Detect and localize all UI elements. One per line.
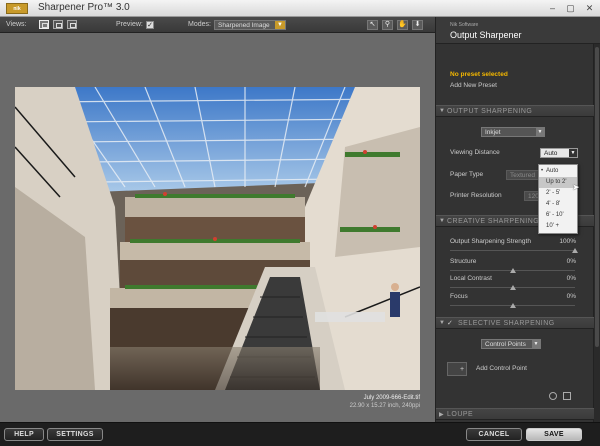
add-control-point-icon[interactable] bbox=[447, 362, 467, 376]
minimize-icon[interactable]: – bbox=[548, 4, 557, 13]
menu-item-distance[interactable]: 10' + bbox=[539, 221, 577, 232]
viewing-distance-label: Viewing Distance bbox=[450, 149, 500, 156]
image-dimensions: 22.90 x 15.27 inch, 240ppi bbox=[349, 403, 420, 409]
printer-type-value: Inkjet bbox=[485, 129, 501, 136]
slider-value-focus: 0% bbox=[566, 293, 576, 300]
scrollbar-thumb[interactable] bbox=[595, 47, 599, 347]
zoom-icon[interactable]: ⚲ bbox=[382, 20, 393, 30]
save-button[interactable]: SAVE bbox=[526, 428, 582, 441]
add-preset-link[interactable]: Add New Preset bbox=[450, 82, 497, 89]
app-title: Sharpener Pro™ 3.0 bbox=[38, 2, 130, 13]
section-title: CREATIVE SHARPENING bbox=[447, 218, 540, 225]
control-points-select[interactable]: Control Points ▼ bbox=[481, 339, 541, 349]
collapse-triangle-icon: ▼ bbox=[439, 218, 445, 224]
expand-triangle-icon: ▶ bbox=[439, 412, 444, 418]
focus-slider[interactable] bbox=[450, 303, 575, 308]
slider-value-local-contrast: 0% bbox=[566, 275, 576, 282]
slider-thumb[interactable] bbox=[509, 285, 516, 290]
collapse-triangle-icon: ▼ bbox=[439, 320, 445, 326]
preset-status: No preset selected bbox=[450, 71, 508, 78]
image-filename: July 2009-666-Edit.tif bbox=[363, 395, 420, 401]
control-points-value: Control Points bbox=[485, 341, 526, 348]
section-selective-sharpening[interactable]: ▼ ✓ SELECTIVE SHARPENING bbox=[436, 317, 594, 329]
modes-label: Modes: bbox=[188, 21, 211, 28]
close-icon[interactable]: ✕ bbox=[585, 4, 594, 13]
strength-slider[interactable] bbox=[450, 248, 578, 253]
panel-scrollbar[interactable] bbox=[593, 44, 600, 424]
local-contrast-slider[interactable] bbox=[450, 285, 575, 290]
filter-title: Output Sharpener bbox=[450, 30, 522, 40]
mode-select-value: Sharpened Image bbox=[218, 22, 270, 29]
paper-type-label: Paper Type bbox=[450, 171, 484, 178]
structure-slider[interactable] bbox=[450, 268, 575, 273]
viewing-distance-select[interactable]: Auto ▼ bbox=[540, 148, 578, 158]
circle-icon[interactable] bbox=[549, 392, 557, 400]
slider-label-structure: Structure bbox=[450, 258, 477, 265]
chevron-down-icon: ▼ bbox=[532, 340, 540, 348]
pointer-icon[interactable]: ↖ bbox=[367, 20, 378, 30]
section-output-sharpening[interactable]: ▼ OUTPUT SHARPENING bbox=[436, 105, 594, 117]
filter-header: Nik Software Output Sharpener bbox=[436, 17, 600, 44]
section-title: OUTPUT SHARPENING bbox=[447, 108, 533, 115]
cancel-button[interactable]: CANCEL bbox=[466, 428, 522, 441]
slider-thumb[interactable] bbox=[509, 268, 516, 273]
slider-label-focus: Focus bbox=[450, 293, 468, 300]
preview-checkbox[interactable]: ✓ bbox=[146, 21, 154, 29]
hand-icon[interactable]: ✋ bbox=[397, 20, 408, 30]
slider-label-strength: Output Sharpening Strength bbox=[450, 238, 531, 245]
selective-enable-checkbox[interactable]: ✓ bbox=[447, 320, 454, 327]
viewing-distance-menu: • Auto Up to 2' 2' - 5' 4' - 8' 6' - 10'… bbox=[538, 164, 578, 234]
app-logo: nik bbox=[6, 3, 28, 14]
section-title: SELECTIVE SHARPENING bbox=[458, 320, 555, 327]
mouse-cursor-icon: ➤ bbox=[572, 182, 580, 192]
slider-thumb[interactable] bbox=[509, 303, 516, 308]
mode-select[interactable]: Sharpened Image ▼ bbox=[214, 20, 286, 30]
viewing-distance-value: Auto bbox=[544, 150, 558, 157]
chevron-down-icon: ▼ bbox=[569, 149, 577, 157]
collapse-triangle-icon: ▼ bbox=[439, 108, 445, 114]
split-view-icon[interactable] bbox=[53, 20, 63, 29]
maximize-icon[interactable]: ▢ bbox=[566, 4, 575, 13]
eyedropper-icon[interactable]: ⬇ bbox=[412, 20, 423, 30]
section-loupe[interactable]: ▶ LOUPE bbox=[436, 408, 594, 420]
vendor-label: Nik Software bbox=[450, 22, 479, 28]
printer-resolution-label: Printer Resolution bbox=[450, 192, 502, 199]
single-view-icon[interactable] bbox=[39, 20, 49, 29]
menu-item-distance[interactable]: 6' - 10' bbox=[539, 210, 577, 221]
settings-button[interactable]: SETTINGS bbox=[47, 428, 103, 441]
chevron-down-icon: ▼ bbox=[275, 21, 285, 29]
slider-value-strength: 100% bbox=[559, 238, 576, 245]
printer-type-select[interactable]: Inkjet ▼ bbox=[481, 127, 545, 137]
views-label: Views: bbox=[6, 21, 27, 28]
slider-label-local-contrast: Local Contrast bbox=[450, 275, 492, 282]
chevron-down-icon: ▼ bbox=[536, 128, 544, 136]
menu-item-distance[interactable]: 4' - 8' bbox=[539, 199, 577, 210]
menu-item-distance[interactable]: • Auto bbox=[539, 166, 577, 177]
slider-thumb[interactable] bbox=[572, 248, 578, 253]
paper-type-select[interactable]: Textured bbox=[506, 170, 540, 180]
footer-bar: HELP SETTINGS CANCEL SAVE bbox=[0, 422, 600, 446]
add-control-point-label[interactable]: Add Control Point bbox=[476, 365, 527, 372]
atrium-photo bbox=[15, 87, 420, 390]
view-toolbar: Views: Preview: ✓ Modes: Sharpened Image… bbox=[0, 17, 435, 33]
image-canvas[interactable]: July 2009-666-Edit.tif 22.90 x 15.27 inc… bbox=[0, 33, 435, 422]
paper-type-value: Textured bbox=[510, 172, 535, 179]
preview-label: Preview: bbox=[116, 21, 143, 28]
slider-value-structure: 0% bbox=[566, 258, 576, 265]
square-icon[interactable] bbox=[563, 392, 571, 400]
section-title: LOUPE bbox=[447, 411, 474, 418]
title-bar: nik Sharpener Pro™ 3.0 – ▢ ✕ bbox=[0, 0, 600, 17]
help-button[interactable]: HELP bbox=[4, 428, 44, 441]
preview-image[interactable] bbox=[15, 87, 420, 390]
selected-bullet-icon: • bbox=[541, 168, 544, 174]
side-by-side-view-icon[interactable] bbox=[67, 20, 77, 29]
